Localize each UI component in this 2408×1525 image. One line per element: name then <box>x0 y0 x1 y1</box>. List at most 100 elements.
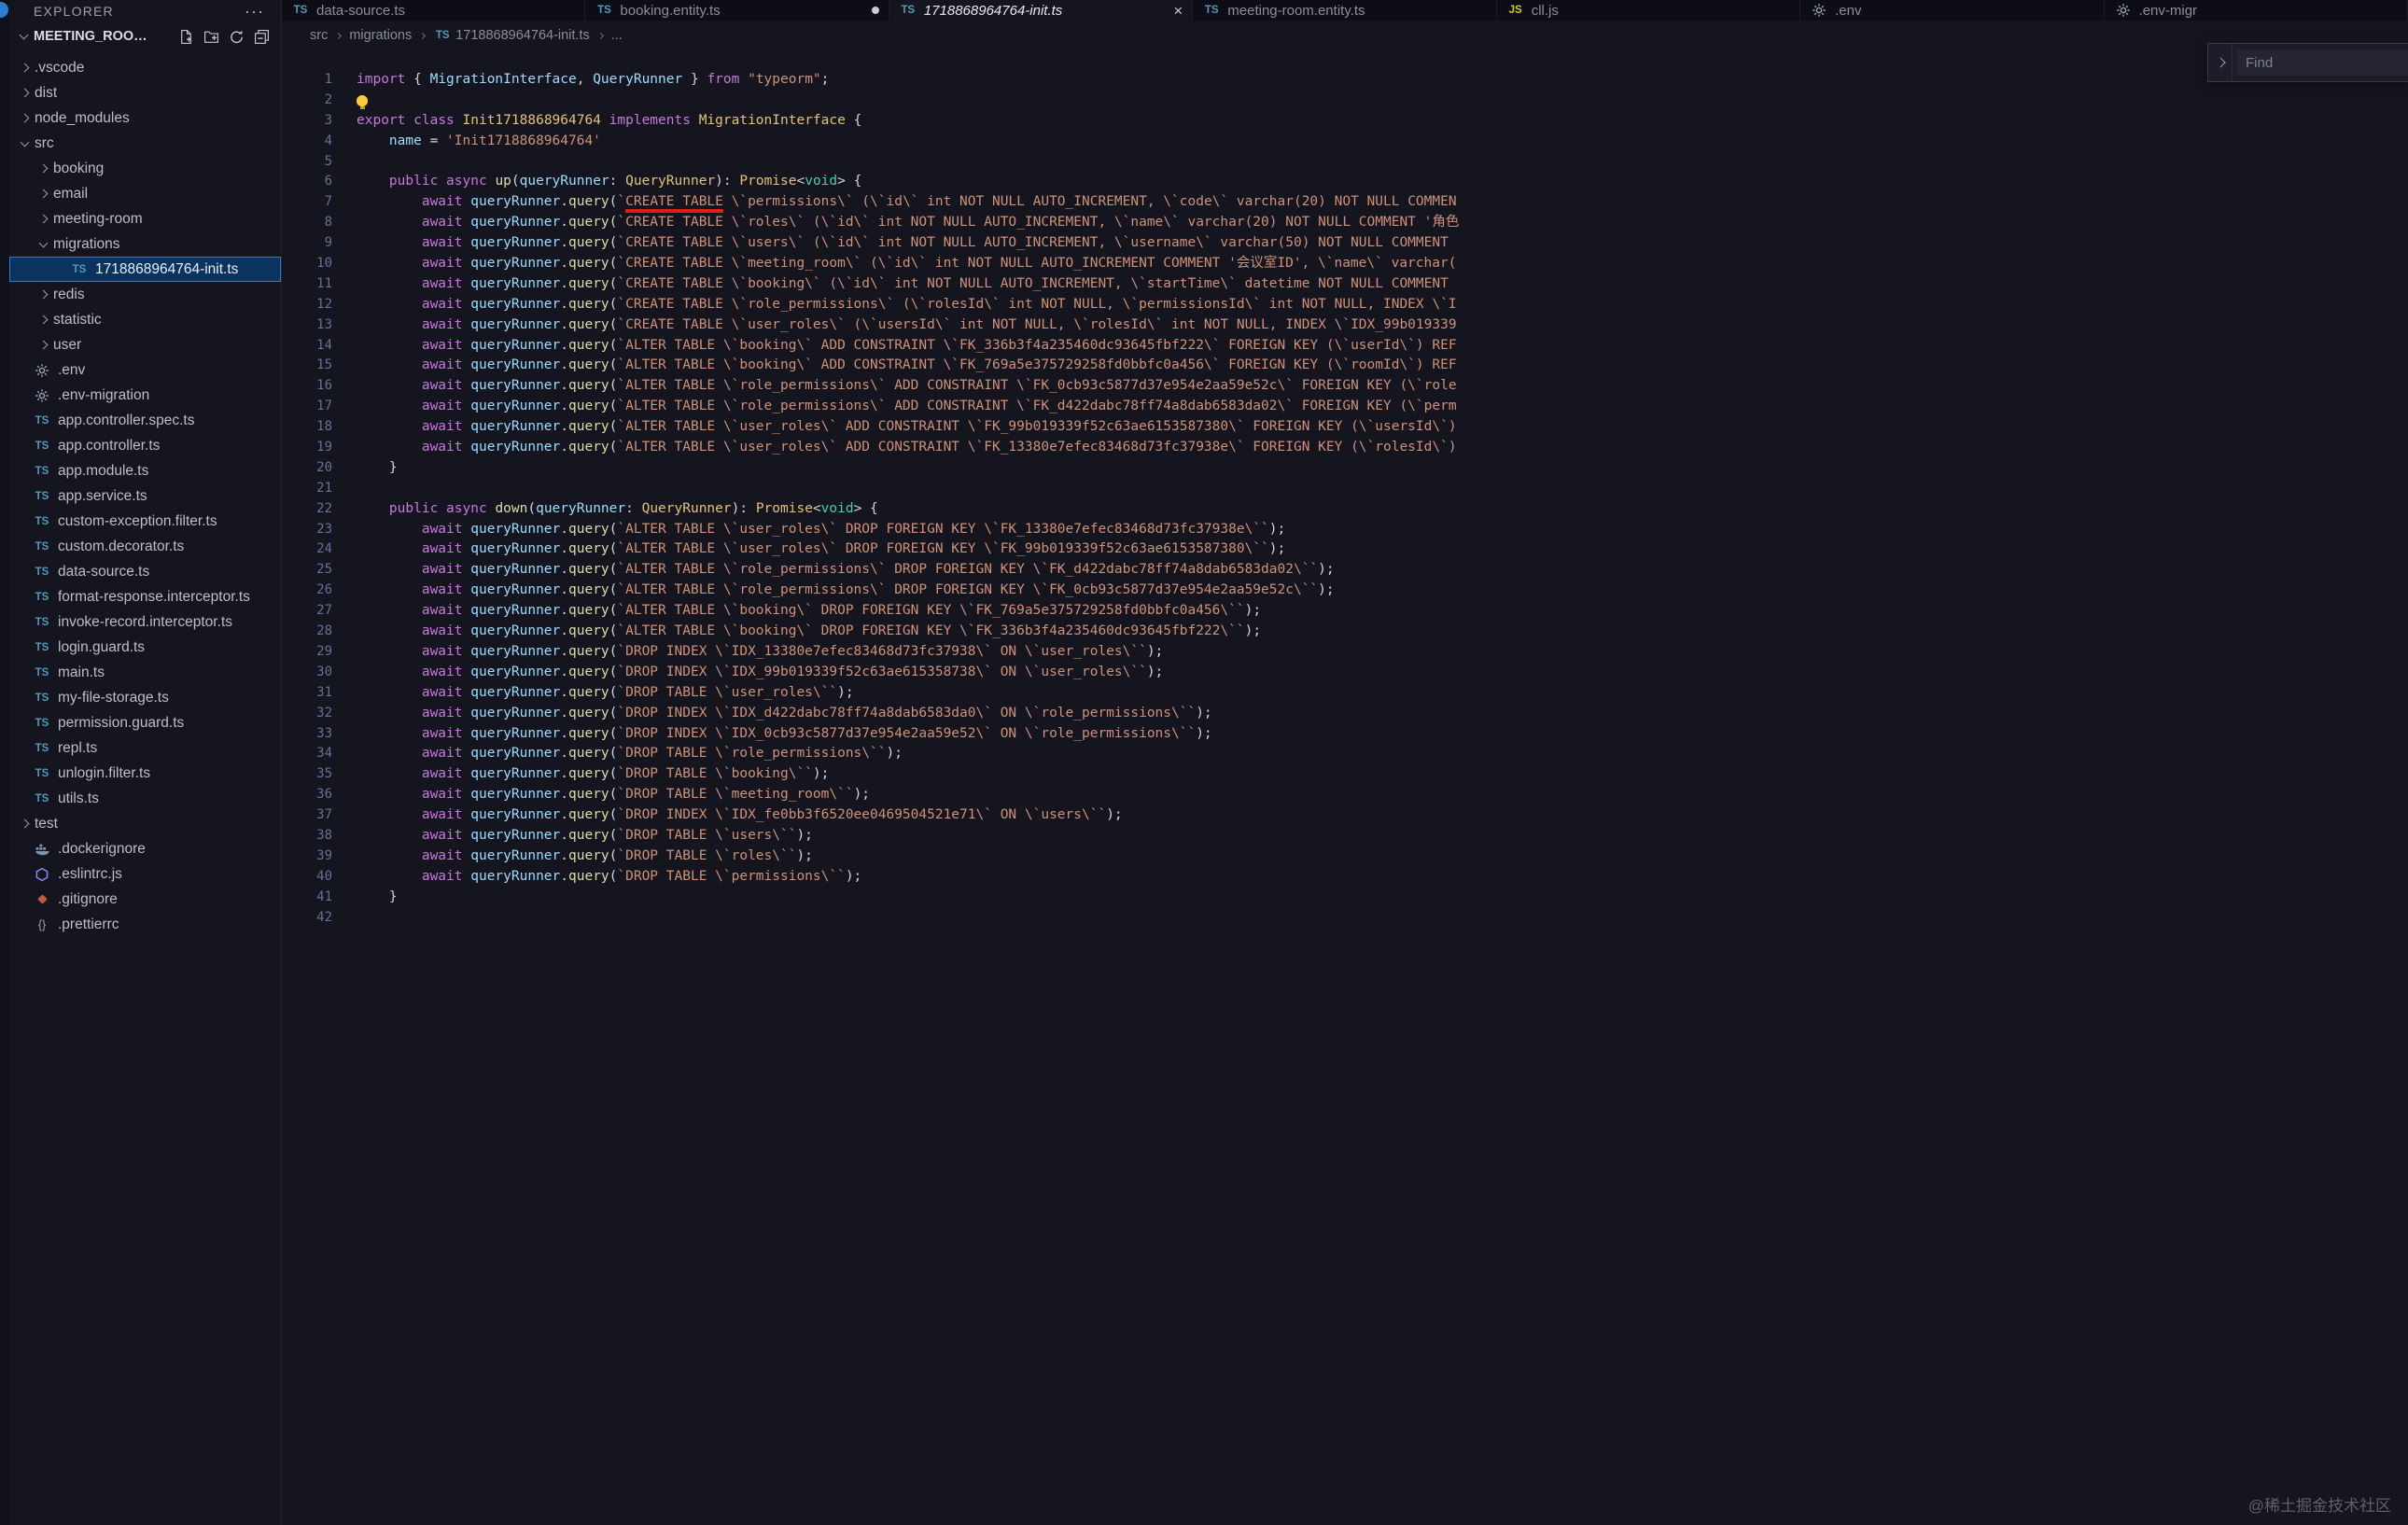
tree-item[interactable]: .eslintrc.js <box>9 861 281 887</box>
tree-item[interactable]: TSunlogin.filter.ts <box>9 761 281 786</box>
code-editor[interactable]: 1import { MigrationInterface, QueryRunne… <box>282 50 2408 1525</box>
code-text[interactable]: await queryRunner.query(`DROP TABLE \`us… <box>332 683 2408 704</box>
tab-1718868964764-init.ts[interactable]: TS1718868964764-init.ts× <box>889 0 1193 21</box>
tree-item[interactable]: .env <box>9 357 281 383</box>
tree-item[interactable]: booking <box>9 156 281 181</box>
code-text[interactable]: await queryRunner.query(`ALTER TABLE \`b… <box>332 356 2408 376</box>
code-text[interactable]: await queryRunner.query(`ALTER TABLE \`b… <box>332 336 2408 357</box>
code-text[interactable]: } <box>332 458 2408 479</box>
code-text[interactable]: await queryRunner.query(`DROP TABLE \`ro… <box>332 846 2408 867</box>
breadcrumb-item[interactable]: src <box>310 28 328 43</box>
tree-item[interactable]: email <box>9 181 281 206</box>
lightbulb-icon[interactable] <box>357 95 368 106</box>
tree-item[interactable]: {}.prettierrc <box>9 912 281 937</box>
code-text[interactable]: public async down(queryRunner: QueryRunn… <box>332 499 2408 520</box>
tree-item[interactable]: TScustom-exception.filter.ts <box>9 509 281 534</box>
tree-item[interactable]: TSmy-file-storage.ts <box>9 685 281 710</box>
tree-item[interactable]: TSapp.module.ts <box>9 458 281 483</box>
code-text[interactable]: await queryRunner.query(`DROP TABLE \`me… <box>332 785 2408 805</box>
code-text[interactable] <box>332 91 2408 111</box>
close-icon[interactable]: × <box>1173 3 1183 19</box>
tree-item[interactable]: TSapp.service.ts <box>9 483 281 509</box>
code-text[interactable]: await queryRunner.query(`ALTER TABLE \`r… <box>332 397 2408 417</box>
code-text[interactable]: await queryRunner.query(`CREATE TABLE \`… <box>332 213 2408 233</box>
tree-item[interactable]: TSrepl.ts <box>9 735 281 761</box>
code-text[interactable]: await queryRunner.query(`CREATE TABLE \`… <box>332 254 2408 274</box>
breadcrumb-item[interactable]: ... <box>611 28 623 43</box>
code-text[interactable]: await queryRunner.query(`CREATE TABLE \`… <box>332 295 2408 315</box>
tree-item[interactable]: TSapp.controller.spec.ts <box>9 408 281 433</box>
tree-item[interactable]: src <box>9 131 281 156</box>
code-text[interactable]: await queryRunner.query(`ALTER TABLE \`u… <box>332 417 2408 438</box>
tree-item[interactable]: TScustom.decorator.ts <box>9 534 281 559</box>
code-text[interactable]: import { MigrationInterface, QueryRunner… <box>332 70 2408 91</box>
code-text[interactable]: await queryRunner.query(`DROP TABLE \`pe… <box>332 867 2408 888</box>
code-text[interactable]: await queryRunner.query(`DROP INDEX \`ID… <box>332 805 2408 826</box>
code-text[interactable]: await queryRunner.query(`DROP TABLE \`ro… <box>332 744 2408 764</box>
code-text[interactable]: await queryRunner.query(`CREATE TABLE \`… <box>332 274 2408 295</box>
code-text[interactable]: await queryRunner.query(`ALTER TABLE \`r… <box>332 560 2408 581</box>
tab-meeting-room.entity.ts[interactable]: TSmeeting-room.entity.ts <box>1193 0 1496 21</box>
tree-item[interactable]: .env-migration <box>9 383 281 408</box>
tab-booking.entity.ts[interactable]: TSbooking.entity.ts <box>585 0 889 21</box>
new-folder-icon[interactable] <box>200 25 223 49</box>
tree-item[interactable]: migrations <box>9 231 281 257</box>
tree-item[interactable]: .vscode <box>9 55 281 80</box>
new-file-icon[interactable] <box>175 25 198 49</box>
code-text[interactable]: await queryRunner.query(`ALTER TABLE \`u… <box>332 438 2408 458</box>
tree-item[interactable]: TSapp.controller.ts <box>9 433 281 458</box>
tree-item[interactable]: TSformat-response.interceptor.ts <box>9 584 281 609</box>
code-text[interactable]: await queryRunner.query(`DROP TABLE \`us… <box>332 826 2408 846</box>
tree-item[interactable]: redis <box>9 282 281 307</box>
code-text[interactable]: name = 'Init1718868964764' <box>332 132 2408 152</box>
code-text[interactable]: await queryRunner.query(`DROP INDEX \`ID… <box>332 704 2408 724</box>
tab-data-source.ts[interactable]: TSdata-source.ts <box>282 0 585 21</box>
breadcrumb-item[interactable]: TS1718868964764-init.ts <box>433 28 590 43</box>
tree-item[interactable]: TSutils.ts <box>9 786 281 811</box>
code-text[interactable]: await queryRunner.query(`ALTER TABLE \`b… <box>332 601 2408 622</box>
tree-item[interactable]: .dockerignore <box>9 836 281 861</box>
find-replace-toggle[interactable] <box>2208 44 2233 81</box>
code-text[interactable]: await queryRunner.query(`DROP INDEX \`ID… <box>332 663 2408 683</box>
code-text[interactable]: await queryRunner.query(`CREATE TABLE \`… <box>332 192 2408 213</box>
tree-item[interactable]: TSlogin.guard.ts <box>9 635 281 660</box>
code-text[interactable]: await queryRunner.query(`ALTER TABLE \`b… <box>332 622 2408 642</box>
tab-.env-migr[interactable]: .env-migr <box>2105 0 2408 21</box>
code-text[interactable]: export class Init1718868964764 implement… <box>332 111 2408 132</box>
tree-item[interactable]: TSmain.ts <box>9 660 281 685</box>
workspace-header[interactable]: MEETING_ROOM_B... <box>9 22 281 50</box>
code-text[interactable]: await queryRunner.query(`DROP TABLE \`bo… <box>332 764 2408 785</box>
code-text[interactable]: await queryRunner.query(`ALTER TABLE \`u… <box>332 539 2408 560</box>
collapse-all-icon[interactable] <box>250 25 273 49</box>
tree-item[interactable]: TSinvoke-record.interceptor.ts <box>9 609 281 635</box>
tree-item[interactable]: node_modules <box>9 105 281 131</box>
tree-item[interactable]: statistic <box>9 307 281 332</box>
tree-item[interactable]: TSpermission.guard.ts <box>9 710 281 735</box>
find-input[interactable]: Find <box>2237 49 2408 76</box>
modified-dot-icon[interactable] <box>872 7 879 14</box>
code-text[interactable]: await queryRunner.query(`CREATE TABLE \`… <box>332 233 2408 254</box>
code-text[interactable]: await queryRunner.query(`CREATE TABLE \`… <box>332 315 2408 336</box>
code-text[interactable]: } <box>332 888 2408 908</box>
code-text[interactable]: await queryRunner.query(`ALTER TABLE \`r… <box>332 376 2408 397</box>
breadcrumb-item[interactable]: migrations <box>349 28 412 43</box>
tree-item[interactable]: dist <box>9 80 281 105</box>
tab-cll.js[interactable]: JScll.js <box>1497 0 1800 21</box>
tree-item[interactable]: user <box>9 332 281 357</box>
refresh-icon[interactable] <box>225 25 248 49</box>
code-text[interactable]: await queryRunner.query(`DROP INDEX \`ID… <box>332 642 2408 663</box>
code-text[interactable]: public async up(queryRunner: QueryRunner… <box>332 172 2408 192</box>
tab-.env[interactable]: .env <box>1800 0 2104 21</box>
tree-item[interactable]: test <box>9 811 281 836</box>
code-text[interactable]: await queryRunner.query(`ALTER TABLE \`u… <box>332 520 2408 540</box>
code-text[interactable] <box>332 479 2408 499</box>
code-text[interactable]: await queryRunner.query(`DROP INDEX \`ID… <box>332 724 2408 745</box>
code-text[interactable] <box>332 152 2408 173</box>
tree-item[interactable]: TSdata-source.ts <box>9 559 281 584</box>
tree-item[interactable]: meeting-room <box>9 206 281 231</box>
tree-item[interactable]: .gitignore <box>9 887 281 912</box>
more-actions-icon[interactable]: ··· <box>245 2 264 21</box>
code-text[interactable] <box>332 908 2408 929</box>
code-text[interactable]: await queryRunner.query(`ALTER TABLE \`r… <box>332 581 2408 601</box>
tree-item[interactable]: TS1718868964764-init.ts <box>9 257 281 282</box>
